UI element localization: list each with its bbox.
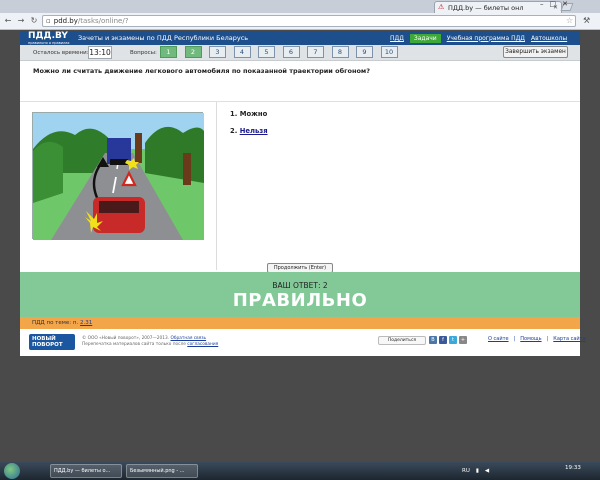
volume-icon[interactable]: ◀ (485, 468, 489, 474)
network-icon[interactable]: ▮ (476, 468, 479, 474)
column-divider (216, 102, 217, 270)
nav-program[interactable]: Учебная программа ПДД (447, 35, 525, 42)
your-answer: ВАШ ОТВЕТ: 2 (20, 281, 580, 290)
logo-text: ПДД.BY (28, 31, 68, 41)
more-share-icon[interactable]: + (459, 336, 467, 344)
vk-icon[interactable]: B (429, 336, 437, 344)
minimize-button[interactable]: – (540, 0, 544, 12)
question-text: Можно ли считать движение легкового авто… (33, 67, 371, 75)
nav-pdd[interactable]: ПДД (390, 35, 404, 42)
question-button-5[interactable]: 5 (258, 46, 275, 58)
taskbar-item-browser[interactable]: ПДД.by — билеты о... (50, 464, 122, 478)
url-host: pdd.by (53, 17, 78, 25)
help-link[interactable]: Помощь (520, 336, 541, 342)
language-indicator[interactable]: RU (462, 468, 470, 474)
question-image (32, 112, 204, 240)
question-button-6[interactable]: 6 (282, 46, 300, 58)
twitter-icon[interactable]: t (449, 336, 457, 344)
share-button[interactable]: Поделиться (378, 336, 426, 345)
verdict-text: ПРАВИЛЬНО (232, 290, 368, 311)
window-controls: – □ ✕ (540, 0, 568, 12)
badge-line2: ПОВОРОТ (32, 342, 63, 348)
reprint-text: Перепечатка материалов сайта только посл… (82, 342, 186, 347)
footer-links: О сайте | Помощь | Карта сайта (488, 336, 586, 342)
question-button-9[interactable]: 9 (356, 46, 373, 58)
forward-arrow-icon[interactable]: → (16, 16, 26, 26)
reload-icon[interactable]: ↻ (29, 16, 39, 26)
nav-schools[interactable]: Автошколы (531, 35, 567, 42)
clock[interactable]: 19:33 (565, 465, 581, 471)
facebook-icon[interactable]: f (439, 336, 447, 344)
bookmark-star-icon[interactable]: ☆ (566, 16, 575, 25)
close-window-button[interactable]: ✕ (562, 0, 568, 12)
finish-exam-button[interactable]: Завершить экзамен (503, 46, 568, 58)
answer-list: 1. Можно 2. Нельзя (230, 110, 268, 144)
warning-icon: ⚠ (438, 3, 445, 11)
taskbar-item-paint[interactable]: Безымянный.png - ... (126, 464, 198, 478)
question-button-8[interactable]: 8 (331, 46, 349, 58)
feedback-link[interactable]: Обратная связь (170, 336, 206, 341)
divider (20, 101, 580, 102)
time-label: Осталось времени: (33, 50, 89, 56)
url-path: /tasks/online/? (77, 17, 129, 25)
your-answer-label: ВАШ ОТВЕТ: (272, 281, 321, 290)
site-nav: ПДД Задачи Учебная программа ПДД Автошко… (390, 31, 567, 45)
sitemap-link[interactable]: Карта сайта (553, 336, 585, 342)
topic-bar: ПДД по теме: п. 2.31 (20, 317, 580, 329)
question-button-3[interactable]: 3 (209, 46, 226, 58)
road-scene-illustration (33, 113, 204, 240)
answer-option-1[interactable]: 1. Можно (230, 110, 268, 118)
system-tray: RU ▮ ◀ (462, 464, 489, 478)
topic-link[interactable]: 2.31 (80, 320, 92, 326)
answer-number: 2. (230, 127, 238, 135)
novy-povorot-logo[interactable]: НОВЫЙ ПОВОРОТ (29, 334, 75, 350)
answer-option-2[interactable]: 2. Нельзя (230, 127, 268, 135)
question-button-1[interactable]: 1 (160, 46, 177, 58)
start-button[interactable] (4, 463, 20, 479)
timer-value: 13:10 (88, 46, 112, 59)
question-button-7[interactable]: 7 (307, 46, 324, 58)
approval-link[interactable]: согласования (187, 342, 218, 347)
question-button-4[interactable]: 4 (233, 46, 251, 58)
tab-title: ПДД.by — билеты онл (448, 3, 524, 12)
wrench-menu-icon[interactable]: ⚒ (583, 16, 593, 26)
back-arrow-icon[interactable]: ← (3, 16, 13, 26)
question-button-2[interactable]: 2 (184, 46, 202, 58)
site-logo[interactable]: ПДД.BY правильно о правилах (28, 31, 72, 45)
copyright: © ООО «Новый поворот», 2007—2013. Обратн… (82, 336, 218, 348)
browser-toolbar: ← → ↻ ▫ pdd.by/tasks/online/? (0, 13, 600, 30)
your-answer-value: 2 (322, 281, 328, 290)
page-icon: ▫ (46, 17, 51, 25)
copyright-text: © ООО «Новый поворот», 2007—2013. (82, 336, 170, 341)
site-title: Зачеты и экзамены по ПДД Республики Бела… (78, 34, 249, 42)
answer-text: Можно (239, 110, 268, 118)
answer-text: Нельзя (239, 127, 268, 135)
questions-label: Вопросы: (130, 50, 157, 56)
question-button-10[interactable]: 10 (380, 46, 398, 58)
nav-tasks[interactable]: Задачи (409, 33, 441, 43)
answer-number: 1. (230, 110, 238, 118)
address-bar[interactable]: ▫ pdd.by/tasks/online/? (42, 15, 576, 27)
about-link[interactable]: О сайте (488, 336, 509, 342)
topic-label: ПДД по теме: п. (32, 320, 79, 326)
maximize-button[interactable]: □ (550, 0, 557, 12)
